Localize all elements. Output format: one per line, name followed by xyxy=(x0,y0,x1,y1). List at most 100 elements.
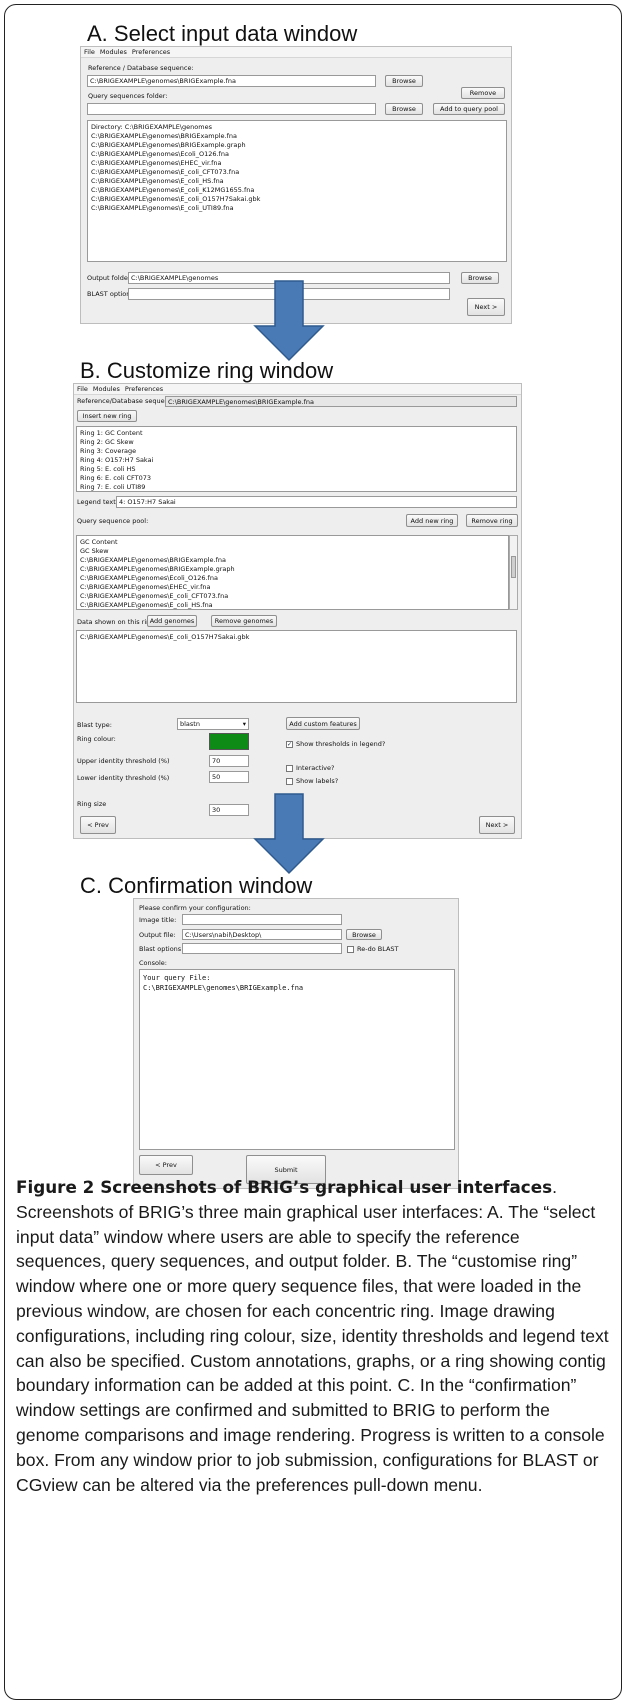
image-title-input[interactable] xyxy=(182,914,342,925)
query-folder-label: Query sequences folder: xyxy=(88,92,168,100)
menu-preferences[interactable]: Preferences xyxy=(132,48,170,56)
list-item[interactable]: Ring 1: GC Content xyxy=(80,429,513,438)
legend-text-input[interactable]: 4: O157:H7 Sakai xyxy=(116,496,517,508)
figure-caption: Figure 2 Screenshots of BRIG’s graphical… xyxy=(16,1177,609,1495)
add-custom-features-button[interactable]: Add custom features xyxy=(286,717,360,730)
list-item[interactable]: GC Skew xyxy=(80,547,505,556)
checkbox-icon xyxy=(286,777,293,785)
ring-colour-swatch[interactable] xyxy=(209,733,249,750)
legend-text-label: Legend text: xyxy=(77,498,118,506)
interactive-checkbox[interactable]: Interactive? xyxy=(286,764,334,772)
data-shown-label: Data shown on this ring: xyxy=(77,618,157,626)
list-item[interactable]: C:\BRIGEXAMPLE\genomes\BRIGExample.graph xyxy=(80,565,505,574)
output-browse-button[interactable]: Browse xyxy=(461,272,499,284)
blast-options-label: BLAST options xyxy=(87,290,134,298)
list-item[interactable]: GC Content xyxy=(80,538,505,547)
redo-blast-checkbox[interactable]: Re-do BLAST xyxy=(347,945,399,953)
menu-bar: File Modules Preferences xyxy=(81,47,511,58)
checkbox-icon xyxy=(347,945,354,953)
list-item[interactable]: C:\BRIGEXAMPLE\genomes\E_coli_CFT073.fna xyxy=(91,168,503,177)
confirm-label: Please confirm your configuration: xyxy=(139,904,251,912)
list-item[interactable]: Ring 5: E. coli HS xyxy=(80,465,513,474)
list-item[interactable]: C:\BRIGEXAMPLE\genomes\BRIGExample.fna xyxy=(80,556,505,565)
console-label: Console: xyxy=(139,959,167,967)
insert-new-ring-button[interactable]: Insert new ring xyxy=(77,410,137,422)
title-c: C. Confirmation window xyxy=(80,873,313,898)
show-thresholds-checkbox[interactable]: ✓ Show thresholds in legend? xyxy=(286,740,385,748)
blast-type-select[interactable]: blastn ▾ xyxy=(177,718,249,730)
blast-type-label: Blast type: xyxy=(77,721,112,729)
reference-label: Reference / Database sequence: xyxy=(88,64,194,72)
list-item[interactable]: C:\BRIGEXAMPLE\genomes\E_coli_K12MG1655.… xyxy=(91,186,503,195)
chevron-down-icon: ▾ xyxy=(242,720,246,728)
list-item[interactable]: C:\BRIGEXAMPLE\genomes\E_coli_UTI89.fna xyxy=(91,204,503,213)
arrow-down-icon xyxy=(253,793,325,875)
output-file-input[interactable]: C:\Users\nabil\Desktop\ xyxy=(182,929,342,940)
lower-threshold-input[interactable]: 50 xyxy=(209,771,249,783)
blast-options-label: Blast options: xyxy=(139,945,184,953)
query-folder-input[interactable] xyxy=(87,103,376,115)
ring-list[interactable]: Ring 1: GC Content Ring 2: GC Skew Ring … xyxy=(76,426,517,492)
remove-genomes-button[interactable]: Remove genomes xyxy=(211,615,277,627)
menu-file[interactable]: File xyxy=(77,385,88,393)
menu-file[interactable]: File xyxy=(84,48,95,56)
title-b: B. Customize ring window xyxy=(80,358,334,383)
scrollbar-thumb[interactable] xyxy=(511,556,516,578)
checkbox-checked-icon: ✓ xyxy=(286,740,293,748)
reference-input[interactable]: C:\BRIGEXAMPLE\genomes\BRIGExample.fna xyxy=(87,75,376,87)
menu-bar: File Modules Preferences xyxy=(74,384,521,395)
list-item[interactable]: C:\BRIGEXAMPLE\genomes\Ecoli_O126.fna xyxy=(80,574,505,583)
menu-preferences[interactable]: Preferences xyxy=(125,385,163,393)
file-list[interactable]: Directory: C:\BRIGEXAMPLE\genomes C:\BRI… xyxy=(87,120,507,262)
query-pool-list[interactable]: GC Content GC Skew C:\BRIGEXAMPLE\genome… xyxy=(76,535,509,610)
list-item[interactable]: C:\BRIGEXAMPLE\genomes\E_coli_CFT073.fna xyxy=(80,592,505,601)
output-file-label: Output file: xyxy=(139,931,176,939)
blast-options-input[interactable] xyxy=(182,943,342,954)
query-pool-label: Query sequence pool: xyxy=(77,517,149,525)
list-item[interactable]: C:\BRIGEXAMPLE\genomes\E_coli_O157H7Saka… xyxy=(91,195,503,204)
output-browse-button[interactable]: Browse xyxy=(346,929,382,940)
upper-threshold-input[interactable]: 70 xyxy=(209,755,249,767)
next-button[interactable]: Next > xyxy=(479,816,515,834)
prev-button[interactable]: < Prev xyxy=(80,816,116,834)
console-line: C:\BRIGEXAMPLE\genomes\BRIGExample.fna xyxy=(143,984,304,992)
prev-button[interactable]: < Prev xyxy=(139,1155,193,1175)
add-to-query-pool-button[interactable]: Add to query pool xyxy=(433,103,505,115)
console-box[interactable]: Your query File: C:\BRIGEXAMPLE\genomes\… xyxy=(139,969,455,1150)
remove-button[interactable]: Remove xyxy=(461,87,505,99)
next-button[interactable]: Next > xyxy=(467,298,505,316)
blast-type-value: blastn xyxy=(180,720,200,728)
show-labels-checkbox[interactable]: Show labels? xyxy=(286,777,338,785)
list-item[interactable]: C:\BRIGEXAMPLE\genomes\EHEC_vir.fna xyxy=(91,159,503,168)
query-browse-button[interactable]: Browse xyxy=(385,103,423,115)
list-item[interactable]: Ring 7: E. coli UTI89 xyxy=(80,483,513,491)
add-new-ring-button[interactable]: Add new ring xyxy=(406,514,458,527)
scrollbar[interactable] xyxy=(509,535,518,610)
list-item[interactable]: C:\BRIGEXAMPLE\genomes\BRIGExample.graph xyxy=(91,141,503,150)
ring-size-input[interactable]: 30 xyxy=(209,804,249,816)
list-item[interactable]: C:\BRIGEXAMPLE\genomes\E_coli_HS.fna xyxy=(80,601,505,609)
image-title-label: Image title: xyxy=(139,916,177,924)
add-genomes-button[interactable]: Add genomes xyxy=(147,615,197,627)
caption-label: Figure 2 Screenshots of BRIG’s graphical… xyxy=(16,1177,553,1197)
list-item[interactable]: C:\BRIGEXAMPLE\genomes\E_coli_O157H7Saka… xyxy=(80,633,513,642)
output-folder-label: Output folder xyxy=(87,274,131,282)
list-item[interactable]: C:\BRIGEXAMPLE\genomes\Ecoli_O126.fna xyxy=(91,150,503,159)
list-item[interactable]: C:\BRIGEXAMPLE\genomes\EHEC_vir.fna xyxy=(80,583,505,592)
menu-modules[interactable]: Modules xyxy=(93,385,120,393)
list-item[interactable]: Ring 2: GC Skew xyxy=(80,438,513,447)
list-item[interactable]: C:\BRIGEXAMPLE\genomes\E_coli_HS.fna xyxy=(91,177,503,186)
confirmation-window: Please confirm your configuration: Image… xyxy=(133,898,459,1189)
list-item[interactable]: C:\BRIGEXAMPLE\genomes\BRIGExample.fna xyxy=(91,132,503,141)
list-item[interactable]: Ring 4: O157:H7 Sakai xyxy=(80,456,513,465)
console-line: Your query File: xyxy=(143,974,211,982)
ring-size-label: Ring size xyxy=(77,800,107,808)
list-item[interactable]: Ring 6: E. coli CFT073 xyxy=(80,474,513,483)
list-item[interactable]: Directory: C:\BRIGEXAMPLE\genomes xyxy=(91,123,503,132)
reference-value: C:\BRIGEXAMPLE\genomes\BRIGExample.fna xyxy=(165,396,517,407)
menu-modules[interactable]: Modules xyxy=(100,48,127,56)
reference-browse-button[interactable]: Browse xyxy=(385,75,423,87)
ring-data-list[interactable]: C:\BRIGEXAMPLE\genomes\E_coli_O157H7Saka… xyxy=(76,630,517,703)
list-item[interactable]: Ring 3: Coverage xyxy=(80,447,513,456)
remove-ring-button[interactable]: Remove ring xyxy=(466,514,518,527)
